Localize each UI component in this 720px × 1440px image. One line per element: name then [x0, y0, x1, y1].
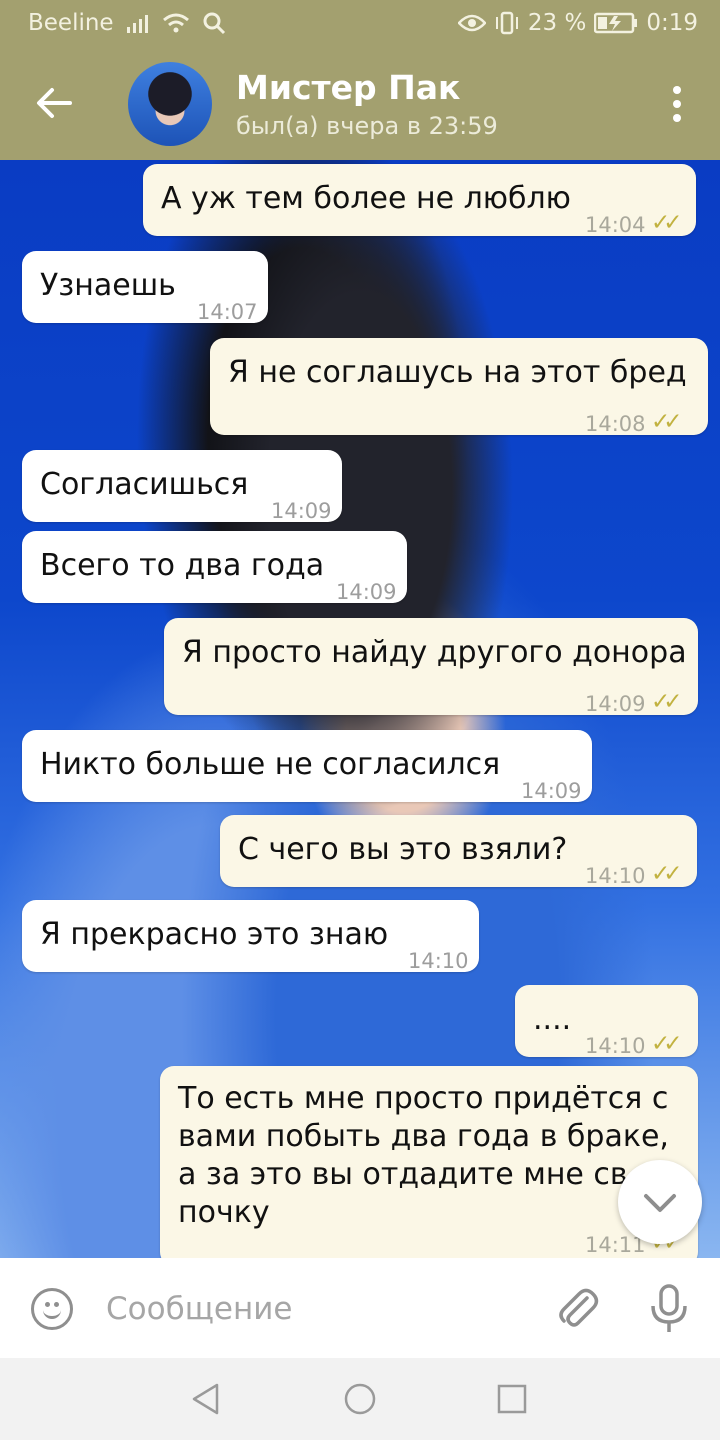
more-options-icon[interactable] [672, 86, 682, 124]
message-outgoing[interactable]: С чего вы это взяли? 14:10 ✓✓ [220, 815, 697, 888]
message-time: 14:09 [521, 779, 582, 803]
message-text: Никто больше не согласился [40, 747, 501, 782]
message-incoming[interactable]: Согласишься 14:09 [22, 450, 342, 523]
double-check-icon: ✓✓ [651, 210, 682, 236]
message-input[interactable] [104, 1280, 508, 1338]
vibrate-icon [495, 11, 518, 35]
chevron-down-icon [644, 1194, 676, 1212]
microphone-icon[interactable] [649, 1284, 689, 1334]
contact-avatar[interactable] [128, 62, 212, 146]
message-text: Я не соглашусь на этот бред [228, 355, 687, 390]
message-time: 14:07 [197, 300, 258, 324]
message-text: Я просто найду другого донора [182, 635, 687, 670]
message-text: Согласишься [40, 467, 249, 502]
message-text: То есть мне просто придётся с вами побыт… [178, 1081, 669, 1230]
message-time: 14:09 [585, 692, 646, 716]
message-time: 14:09 [271, 499, 332, 523]
recents-square-icon[interactable] [495, 1382, 529, 1416]
message-composer [0, 1258, 720, 1358]
double-check-icon: ✓✓ [651, 861, 682, 887]
message-text: С чего вы это взяли? [238, 832, 568, 867]
message-outgoing[interactable]: Я просто найду другого донора 14:09 ✓✓ [164, 618, 698, 716]
back-triangle-icon[interactable] [189, 1382, 223, 1416]
clock: 0:19 [646, 10, 698, 36]
message-time: 14:10 [585, 1034, 646, 1058]
paperclip-icon[interactable] [553, 1284, 601, 1332]
home-circle-icon[interactable] [343, 1382, 377, 1416]
message-text: .... [533, 1002, 572, 1037]
message-text: Узнаешь [40, 268, 176, 303]
status-bar: Beeline 23 % 0:19 [0, 0, 720, 48]
chat-header: Мистер Пак был(а) вчера в 23:59 [0, 48, 720, 160]
last-seen-status: был(а) вчера в 23:59 [236, 112, 498, 140]
chat-wallpaper: А уж тем более не люблю 14:04 ✓✓ Узнаешь… [0, 160, 720, 1258]
message-time: 14:10 [408, 949, 469, 973]
message-time: 14:09 [336, 580, 397, 604]
double-check-icon: ✓✓ [651, 409, 682, 435]
message-text: Я прекрасно это знаю [40, 917, 389, 952]
message-outgoing[interactable]: А уж тем более не люблю 14:04 ✓✓ [143, 164, 696, 237]
message-text: А уж тем более не люблю [161, 181, 571, 216]
search-icon [203, 12, 225, 35]
system-navigation-bar [0, 1358, 720, 1440]
message-time: 14:10 [585, 864, 646, 888]
battery-icon [594, 12, 638, 34]
message-outgoing[interactable]: .... 14:10 ✓✓ [515, 985, 698, 1058]
emoji-icon[interactable] [31, 1288, 73, 1330]
message-incoming[interactable]: Никто больше не согласился 14:09 [22, 730, 592, 803]
double-check-icon: ✓✓ [651, 689, 682, 715]
message-incoming[interactable]: Я прекрасно это знаю 14:10 [22, 900, 479, 973]
wifi-icon [162, 13, 189, 33]
contact-name[interactable]: Мистер Пак [236, 68, 460, 107]
message-time: 14:08 [585, 412, 646, 436]
message-incoming[interactable]: Всего то два года 14:09 [22, 531, 407, 604]
message-time: 14:04 [585, 213, 646, 237]
message-outgoing[interactable]: Я не соглашусь на этот бред 14:08 ✓✓ [210, 338, 708, 436]
battery-percent: 23 % [527, 10, 587, 36]
double-check-icon: ✓✓ [651, 1031, 682, 1057]
eye-icon [457, 14, 486, 32]
message-incoming[interactable]: Узнаешь 14:07 [22, 251, 268, 324]
scroll-to-bottom-button[interactable] [618, 1160, 702, 1244]
carrier-name: Beeline [28, 10, 114, 36]
back-arrow-icon[interactable] [30, 78, 80, 128]
signal-icon [126, 15, 148, 33]
message-text: Всего то два года [40, 548, 325, 583]
